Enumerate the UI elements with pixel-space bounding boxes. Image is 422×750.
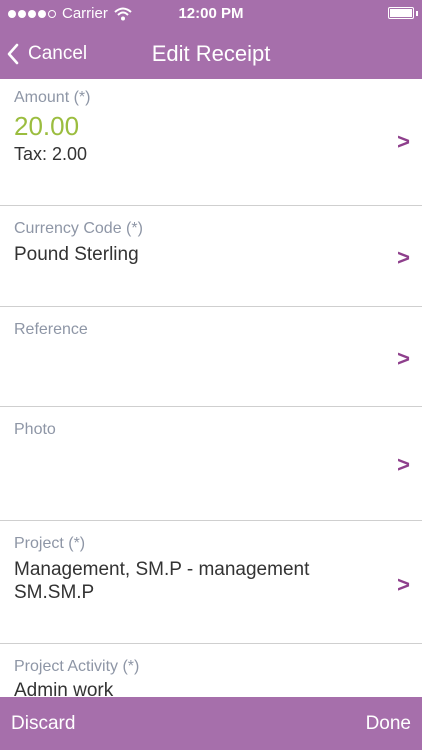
status-bar: Carrier 12:00 PM	[0, 0, 422, 28]
page-title: Edit Receipt	[151, 41, 271, 66]
currency-value: Pound Sterling	[14, 244, 139, 265]
reference-label: Reference	[14, 321, 88, 338]
project-activity-label: Project Activity (*)	[14, 658, 140, 675]
currency-label: Currency Code (*)	[14, 220, 143, 237]
discard-button[interactable]: Discard	[11, 697, 75, 750]
chevron-right-icon: >	[397, 129, 410, 154]
chevron-right-icon: >	[397, 452, 410, 477]
chevron-right-icon: >	[397, 346, 410, 371]
project-value-line1: Management, SM.P - management	[14, 559, 310, 580]
photo-row[interactable]: Photo >	[0, 407, 422, 521]
battery-tip	[416, 11, 418, 16]
reference-row[interactable]: Reference >	[0, 307, 422, 407]
chevron-right-icon: >	[397, 245, 410, 270]
project-label: Project (*)	[14, 535, 86, 552]
status-time: 12:00 PM	[178, 5, 244, 22]
amount-label: Amount (*)	[14, 89, 91, 106]
project-activity-value: Admin work	[14, 680, 114, 697]
project-value-line2: SM.SM.P	[14, 582, 95, 603]
chevron-right-icon: >	[397, 572, 410, 597]
project-activity-row[interactable]: Project Activity (*) Admin work	[0, 644, 422, 697]
receipt-form: Amount (*) 20.00 Tax: 2.00 > Currency Co…	[0, 79, 422, 697]
amount-row[interactable]: Amount (*) 20.00 Tax: 2.00 >	[0, 79, 422, 206]
project-row[interactable]: Project (*) Management, SM.P - managemen…	[0, 521, 422, 644]
currency-row[interactable]: Currency Code (*) Pound Sterling >	[0, 206, 422, 307]
done-button[interactable]: Done	[366, 697, 411, 750]
battery-icon	[388, 7, 414, 19]
photo-label: Photo	[14, 421, 56, 438]
tax-value: Tax: 2.00	[14, 144, 88, 164]
bottom-toolbar: Discard Done	[0, 697, 422, 750]
amount-value: 20.00	[14, 111, 80, 141]
navigation-bar: Cancel Edit Receipt	[0, 28, 422, 79]
